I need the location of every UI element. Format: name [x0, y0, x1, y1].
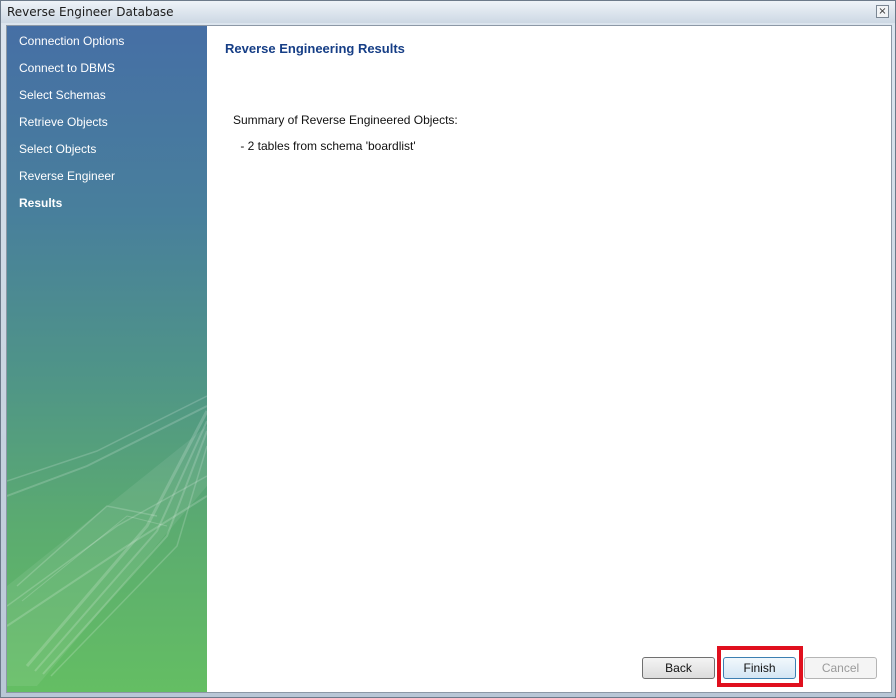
sidebar-item-connect-to-dbms[interactable]: Connect to DBMS	[19, 61, 115, 79]
wizard-sidebar: Connection Options Connect to DBMS Selec…	[7, 26, 207, 692]
page-title: Reverse Engineering Results	[225, 41, 405, 56]
back-button[interactable]: Back	[642, 657, 715, 679]
sidebar-item-results[interactable]: Results	[19, 196, 62, 214]
results-page: Reverse Engineering Results Summary of R…	[207, 26, 891, 692]
title-bar[interactable]: Reverse Engineer Database ×	[1, 1, 895, 23]
dialog-window: Reverse Engineer Database × Connection O…	[0, 0, 896, 698]
finish-button[interactable]: Finish	[723, 657, 796, 679]
close-icon: ×	[878, 6, 887, 17]
summary-line: - 2 tables from schema 'boardlist'	[237, 139, 416, 153]
close-button[interactable]: ×	[876, 5, 889, 18]
dialog-body: Connection Options Connect to DBMS Selec…	[6, 25, 892, 693]
sidebar-item-connection-options[interactable]: Connection Options	[19, 34, 124, 52]
sidebar-item-select-schemas[interactable]: Select Schemas	[19, 88, 106, 106]
sidebar-item-retrieve-objects[interactable]: Retrieve Objects	[19, 115, 108, 133]
cancel-button: Cancel	[804, 657, 877, 679]
summary-label: Summary of Reverse Engineered Objects:	[233, 113, 458, 127]
sidebar-item-reverse-engineer[interactable]: Reverse Engineer	[19, 169, 115, 187]
sidebar-item-select-objects[interactable]: Select Objects	[19, 142, 96, 160]
window-title: Reverse Engineer Database	[7, 5, 174, 19]
